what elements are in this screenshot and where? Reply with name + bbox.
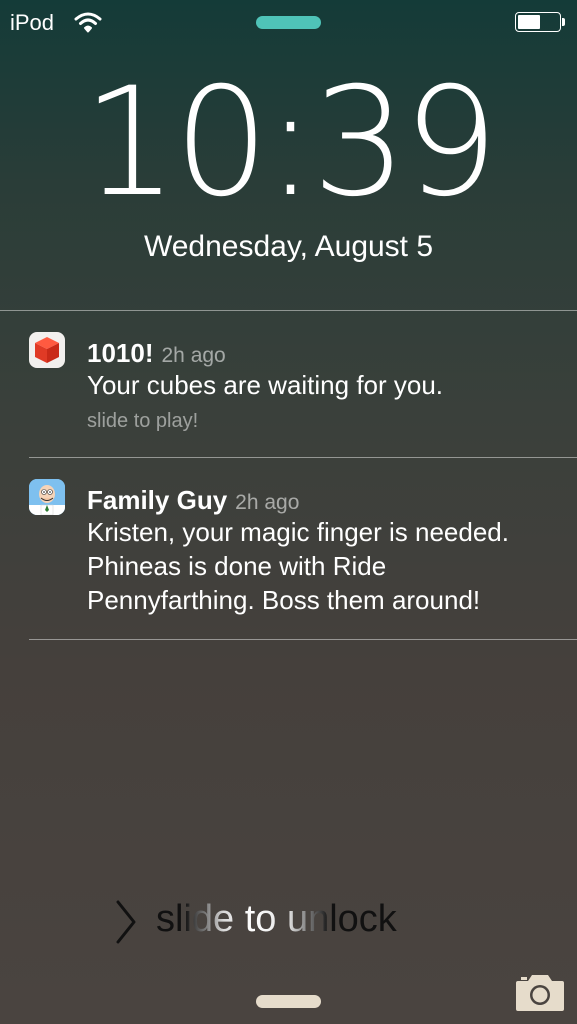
notification-center-grabber[interactable] [256, 16, 321, 29]
carrier-label: iPod [10, 10, 55, 35]
camera-icon[interactable] [514, 971, 566, 1013]
family-guy-app-icon [29, 479, 65, 515]
divider [29, 639, 577, 640]
red-cube-icon [29, 332, 65, 368]
notification-title: Family Guy 2h ago [87, 485, 299, 516]
chevron-right-icon [116, 900, 136, 944]
lock-screen-clock: 10:39 [82, 56, 498, 230]
notification-message: Kristen, your magic finger is needed. Ph… [87, 517, 509, 615]
lock-screen-date: Wednesday, August 5 [143, 230, 434, 263]
wifi-icon [74, 12, 102, 33]
notification-title: 1010! 2h ago [87, 338, 226, 369]
notification-time: 2h ago [161, 344, 226, 367]
control-center-grabber[interactable] [256, 995, 321, 1008]
notification-time: 2h ago [235, 491, 300, 514]
notification-action-hint: slide to play! [87, 410, 199, 432]
notification-app-name: 1010! [87, 338, 154, 368]
notification-app-name: Family Guy [87, 485, 228, 515]
battery-icon [515, 12, 567, 34]
notification-family-guy[interactable]: Family Guy 2h ago Kristen, your magic fin… [0, 457, 577, 639]
notification-message: Your cubes are waiting for you. [87, 370, 444, 400]
notification-1010[interactable]: 1010! 2h ago Your cubes are waiting for y… [0, 310, 577, 457]
status-bar: iPod [0, 0, 577, 44]
slide-to-unlock-label: slide to unlock [156, 898, 397, 940]
